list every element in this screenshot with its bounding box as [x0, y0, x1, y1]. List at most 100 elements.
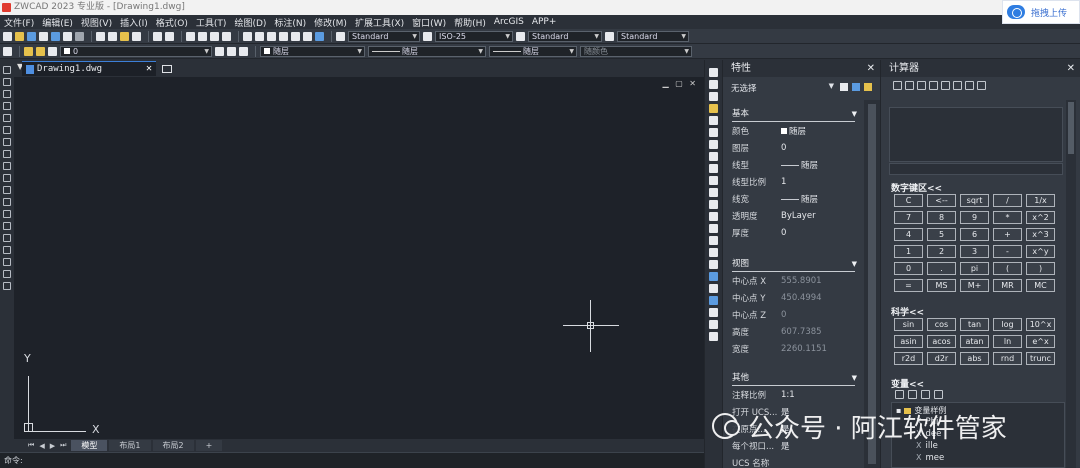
- property-row-ucs-name[interactable]: UCS 名称: [723, 454, 865, 468]
- menu-window[interactable]: 窗口(W): [412, 16, 446, 29]
- erase-icon[interactable]: [709, 67, 718, 77]
- key-ten-power[interactable]: 10^x: [1026, 318, 1055, 331]
- section-other[interactable]: 其他 ▼: [723, 371, 861, 386]
- chamfer-icon[interactable]: [709, 223, 718, 233]
- key-5[interactable]: 5: [927, 228, 956, 241]
- key-d2r[interactable]: d2r: [927, 352, 956, 365]
- layer-on-icon[interactable]: [24, 46, 33, 56]
- selection-dropdown[interactable]: 无选择 ▼: [723, 77, 880, 99]
- collapse-icon[interactable]: ▼: [852, 371, 857, 386]
- menu-draw[interactable]: 绘图(D): [234, 16, 266, 29]
- new-variable-icon[interactable]: [895, 390, 904, 399]
- key-acos[interactable]: acos: [927, 335, 956, 348]
- lengthen-icon[interactable]: [709, 259, 718, 269]
- key-1[interactable]: 1: [894, 245, 923, 258]
- sheet-set-icon[interactable]: [279, 31, 288, 41]
- key-cube[interactable]: x^3: [1026, 228, 1055, 241]
- property-row-center-x[interactable]: 中心点 X 555.8901: [723, 272, 865, 289]
- ellipse-arc-icon[interactable]: [3, 186, 11, 194]
- dim-style-select[interactable]: ISO-25: [435, 30, 513, 42]
- key-rnd[interactable]: rnd: [993, 352, 1022, 365]
- array-icon[interactable]: [709, 115, 718, 125]
- property-row-width[interactable]: 宽度 2260.1151: [723, 340, 865, 357]
- make-block-icon[interactable]: [3, 210, 11, 218]
- layer-select[interactable]: 0: [60, 45, 212, 57]
- key-clear[interactable]: C: [894, 194, 923, 207]
- pedit-icon[interactable]: [709, 271, 718, 281]
- scientific-section-title[interactable]: 科学<<: [891, 305, 924, 318]
- intersection-icon[interactable]: [953, 81, 962, 90]
- calc-help-icon[interactable]: [977, 81, 986, 90]
- property-row-thickness[interactable]: 厚度 0: [723, 224, 865, 241]
- insert-block-icon[interactable]: [3, 198, 11, 206]
- key-abs[interactable]: abs: [960, 352, 989, 365]
- key-exp[interactable]: e^x: [1026, 335, 1055, 348]
- key-trunc[interactable]: trunc: [1026, 352, 1055, 365]
- key-0[interactable]: 0: [894, 262, 923, 275]
- mleader-style-select[interactable]: Standard: [617, 30, 689, 42]
- rectangle-icon[interactable]: [3, 114, 11, 122]
- menu-file[interactable]: 文件(F): [4, 16, 34, 29]
- menu-arcgis[interactable]: ArcGIS: [494, 17, 524, 27]
- lineweight-select[interactable]: 随层: [489, 45, 577, 57]
- select-objects-icon[interactable]: [852, 83, 860, 91]
- tab-drawing1[interactable]: Drawing1.dwg ✕: [22, 61, 156, 76]
- key-reciprocal[interactable]: 1/x: [1026, 194, 1055, 207]
- key-sqrt[interactable]: sqrt: [960, 194, 989, 207]
- help-icon[interactable]: [315, 31, 324, 41]
- key-decimal[interactable]: .: [927, 262, 956, 275]
- tab-layout2[interactable]: 布局2: [152, 440, 194, 451]
- calculator-scrollbar[interactable]: [1066, 100, 1076, 468]
- key-tan[interactable]: tan: [960, 318, 989, 331]
- mtext-icon[interactable]: [3, 282, 11, 290]
- tool-palettes-icon[interactable]: [267, 31, 276, 41]
- color-select[interactable]: 随层: [260, 45, 365, 57]
- collapse-icon[interactable]: ▼: [852, 257, 857, 272]
- offset-icon[interactable]: [709, 103, 718, 113]
- mirror-icon[interactable]: [709, 91, 718, 101]
- menu-extension-tools[interactable]: 扩展工具(X): [355, 16, 404, 29]
- key-3[interactable]: 3: [960, 245, 989, 258]
- close-tab-icon[interactable]: ✕: [146, 63, 152, 74]
- drawing-canvas[interactable]: ▁ ▢ ✕: [14, 77, 704, 439]
- property-row-color[interactable]: 颜色 随层: [723, 122, 865, 139]
- key-square[interactable]: x^2: [1026, 211, 1055, 224]
- region-icon[interactable]: [3, 258, 11, 266]
- line-icon[interactable]: [3, 66, 11, 74]
- zoom-window-icon[interactable]: [210, 31, 219, 41]
- trim-icon[interactable]: [709, 175, 718, 185]
- menu-help[interactable]: 帮助(H): [454, 16, 486, 29]
- new-tab-icon[interactable]: [162, 64, 172, 73]
- key-9[interactable]: 9: [960, 211, 989, 224]
- calculator-icon[interactable]: [303, 31, 312, 41]
- rotate-icon[interactable]: [709, 139, 718, 149]
- table-icon[interactable]: [3, 270, 11, 278]
- arc-icon[interactable]: [3, 126, 11, 134]
- scrollbar-thumb[interactable]: [1068, 102, 1074, 154]
- menu-edit[interactable]: 编辑(E): [42, 16, 73, 29]
- menu-view[interactable]: 视图(V): [81, 16, 112, 29]
- get-coordinates-icon[interactable]: [917, 81, 926, 90]
- key-equals[interactable]: =: [894, 279, 923, 292]
- key-open-paren[interactable]: (: [993, 262, 1022, 275]
- menu-tools[interactable]: 工具(T): [196, 16, 227, 29]
- move-icon[interactable]: [709, 127, 718, 137]
- linetype-select[interactable]: 随层: [368, 45, 486, 57]
- ellipse-icon[interactable]: [3, 174, 11, 182]
- text-style-select[interactable]: Standard: [348, 30, 420, 42]
- key-8[interactable]: 8: [927, 211, 956, 224]
- collapse-icon[interactable]: ▼: [852, 107, 857, 122]
- key-r2d[interactable]: r2d: [894, 352, 923, 365]
- print-icon[interactable]: [39, 31, 48, 41]
- match-properties-icon[interactable]: [132, 31, 141, 41]
- distance-icon[interactable]: [929, 81, 938, 90]
- first-tab-icon[interactable]: ⏮: [28, 441, 34, 450]
- command-line[interactable]: 命令:: [0, 452, 704, 468]
- key-ln[interactable]: ln: [993, 335, 1022, 348]
- key-4[interactable]: 4: [894, 228, 923, 241]
- key-6[interactable]: 6: [960, 228, 989, 241]
- tab-layout1[interactable]: 布局1: [109, 440, 151, 451]
- calculator-history[interactable]: [889, 107, 1063, 162]
- point-icon[interactable]: [3, 222, 11, 230]
- key-memory-add[interactable]: M+: [960, 279, 989, 292]
